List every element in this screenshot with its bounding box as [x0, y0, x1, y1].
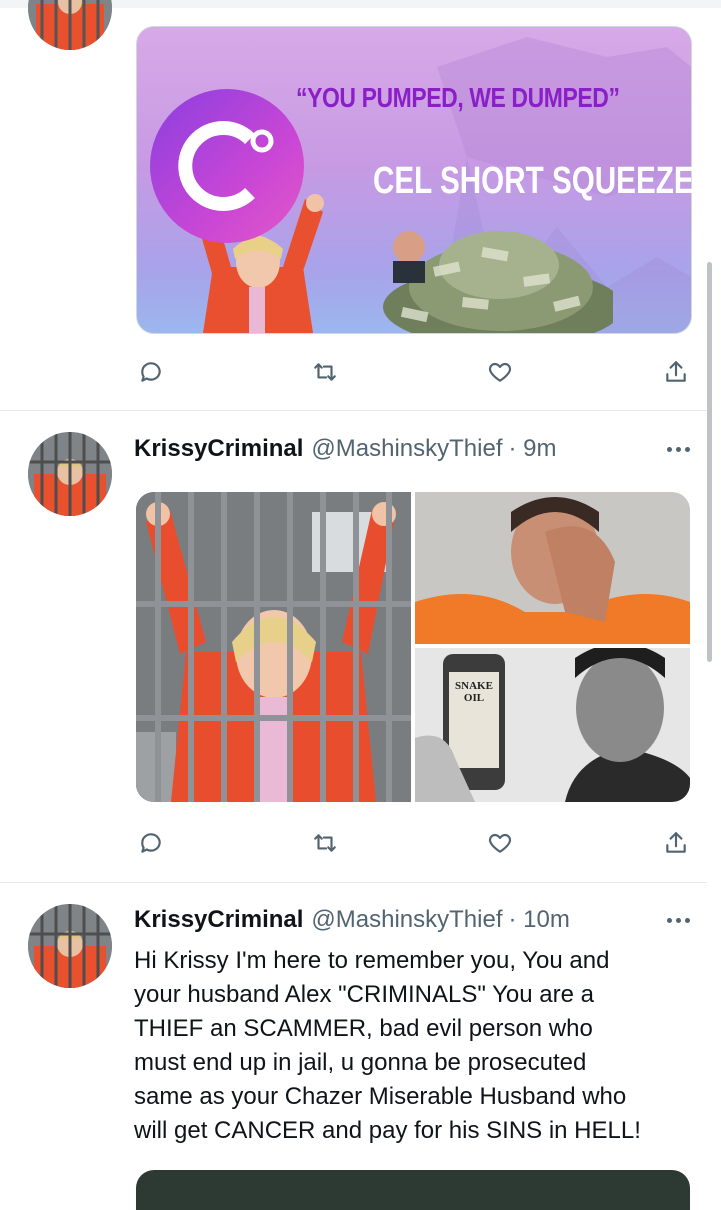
- retweet-button[interactable]: [310, 357, 340, 387]
- retweet-icon: [314, 834, 336, 852]
- reply-icon: [141, 362, 161, 382]
- more-icon[interactable]: [660, 908, 696, 932]
- reply-icon: [141, 833, 161, 853]
- bottle-label: SNAKE OIL: [455, 680, 493, 704]
- tweet-header: KrissyCriminal @MashinskyThief · 10m: [134, 903, 570, 937]
- banner-headline: “YOU PUMPED, WE DUMPED”: [296, 82, 620, 113]
- media-image-orange[interactable]: [415, 492, 690, 644]
- avatar[interactable]: [28, 904, 112, 988]
- author-name[interactable]: KrissyCriminal: [134, 906, 303, 934]
- share-button[interactable]: [661, 357, 691, 387]
- tweet-time[interactable]: · 9m: [509, 435, 557, 463]
- author-handle[interactable]: @MashinskyThief: [311, 906, 502, 934]
- tweet-media-image[interactable]: [136, 1170, 690, 1210]
- author-handle[interactable]: @MashinskyThief: [311, 435, 502, 463]
- scrollbar[interactable]: [707, 262, 712, 662]
- author-name[interactable]: KrissyCriminal: [134, 435, 303, 463]
- celsius-logo: [150, 89, 304, 243]
- share-icon: [666, 361, 686, 382]
- tweet-time[interactable]: · 10m: [509, 906, 570, 934]
- like-icon: [488, 833, 512, 853]
- reply-button[interactable]: [136, 357, 166, 387]
- tweet-divider: [0, 410, 707, 411]
- like-button[interactable]: [485, 357, 515, 387]
- retweet-button[interactable]: [310, 828, 340, 858]
- more-icon[interactable]: [660, 437, 696, 461]
- share-icon: [666, 832, 686, 853]
- tweet-text: Hi Krissy I'm here to remember you, You …: [134, 947, 641, 1144]
- tweet-divider: [0, 882, 707, 883]
- avatar[interactable]: [28, 0, 112, 50]
- banner-subhead: CEL SHORT SQUEEZE: [373, 160, 694, 202]
- avatar[interactable]: [28, 432, 112, 516]
- media-image-jail[interactable]: [136, 492, 411, 802]
- share-button[interactable]: [661, 828, 691, 858]
- media-image-snake-oil[interactable]: SNAKE OIL: [415, 643, 690, 802]
- tweet-header: KrissyCriminal @MashinskyThief · 9m: [134, 432, 557, 466]
- like-button[interactable]: [485, 828, 515, 858]
- like-icon: [488, 362, 512, 382]
- tweet-media-grid: SNAKE OIL: [136, 492, 690, 802]
- reply-button[interactable]: [136, 828, 166, 858]
- retweet-icon: [314, 363, 336, 381]
